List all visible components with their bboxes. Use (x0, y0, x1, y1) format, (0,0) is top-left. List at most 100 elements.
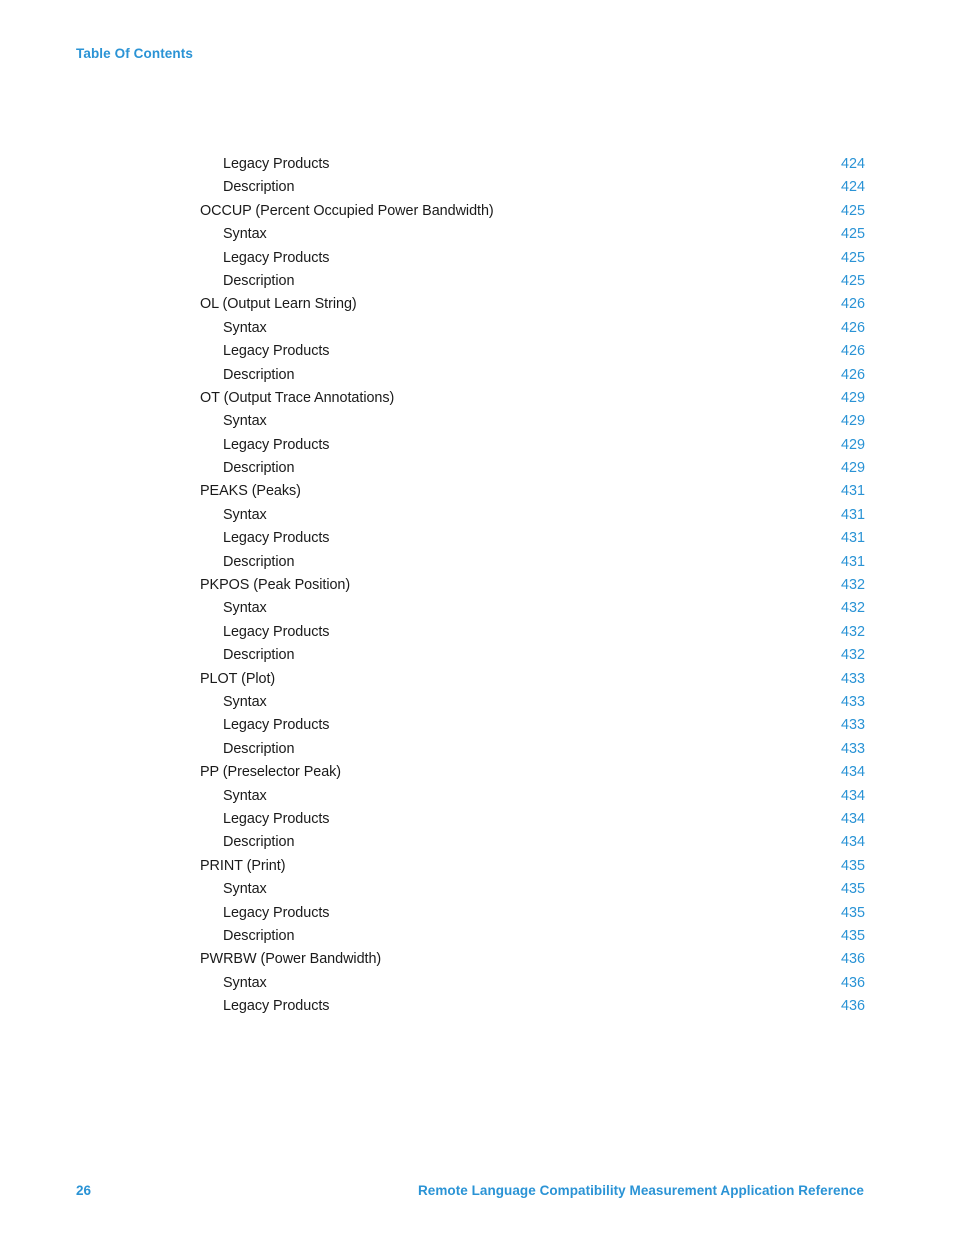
table-of-contents-list: Legacy Products 424 Description 424 OCCUP (P… (200, 153, 865, 1018)
toc-entry[interactable]: Description 424 (200, 176, 865, 199)
toc-entry[interactable]: Syntax 435 (200, 878, 865, 901)
toc-entry-title: Syntax (223, 413, 267, 430)
toc-entry-page-number: 429 (840, 413, 865, 430)
toc-entry-page-number: 426 (840, 319, 865, 336)
toc-entry-page-number: 433 (840, 693, 865, 710)
toc-entry-title: Legacy Products (223, 623, 330, 640)
toc-entry[interactable]: Description 434 (200, 831, 865, 854)
toc-entry-page-number: 434 (840, 787, 865, 804)
toc-entry-title: Syntax (223, 881, 267, 898)
toc-entry[interactable]: Syntax 429 (200, 410, 865, 433)
toc-entry[interactable]: Legacy Products 426 (200, 340, 865, 363)
toc-entry-page-number: 426 (840, 366, 865, 383)
toc-entry-title: Description (223, 647, 295, 664)
toc-entry-page-number: 432 (840, 623, 865, 640)
toc-entry-title: OT (Output Trace Annotations) (200, 389, 395, 406)
running-header-table-of-contents: Table Of Contents (76, 46, 193, 61)
toc-entry-title: Description (223, 179, 295, 196)
toc-entry-page-number: 431 (840, 483, 865, 500)
toc-entry-title: Syntax (223, 506, 267, 523)
toc-entry-title: Syntax (223, 974, 267, 991)
toc-entry-page-number: 426 (840, 343, 865, 360)
toc-entry-page-number: 429 (840, 436, 865, 453)
toc-entry-title: PEAKS (Peaks) (200, 483, 301, 500)
toc-entry-title: Legacy Products (223, 530, 330, 547)
document-page: Table Of Contents Legacy Products 424 Desc… (0, 0, 954, 1235)
toc-entry-page-number: 435 (840, 927, 865, 944)
toc-entry[interactable]: PKPOS (Peak Position) 432 (200, 574, 865, 597)
toc-entry[interactable]: PEAKS (Peaks) 431 (200, 480, 865, 503)
toc-entry-page-number: 431 (840, 530, 865, 547)
toc-entry-page-number: 436 (840, 951, 865, 968)
toc-entry-title: Description (223, 553, 295, 570)
toc-entry[interactable]: Legacy Products 431 (200, 527, 865, 550)
toc-entry-title: PP (Preselector Peak) (200, 764, 342, 781)
toc-entry-page-number: 425 (840, 226, 865, 243)
toc-entry[interactable]: Description 426 (200, 364, 865, 387)
toc-entry-title: PWRBW (Power Bandwidth) (200, 951, 382, 968)
toc-entry-title: Description (223, 740, 295, 757)
toc-entry-title: Legacy Products (223, 436, 330, 453)
toc-entry-page-number: 433 (840, 717, 865, 734)
toc-entry-page-number: 435 (840, 881, 865, 898)
toc-entry-title: Description (223, 272, 295, 289)
footer-document-title: Remote Language Compatibility Measuremen… (418, 1183, 864, 1198)
toc-entry[interactable]: Syntax 425 (200, 223, 865, 246)
toc-entry[interactable]: OCCUP (Percent Occupied Power Bandwidth)… (200, 200, 865, 223)
toc-entry-page-number: 434 (840, 764, 865, 781)
toc-entry-title: Description (223, 834, 295, 851)
toc-entry-page-number: 426 (840, 296, 865, 313)
toc-entry-page-number: 435 (840, 857, 865, 874)
toc-entry-title: PLOT (Plot) (200, 670, 276, 687)
toc-entry-page-number: 431 (840, 553, 865, 570)
toc-entry[interactable]: Description 433 (200, 738, 865, 761)
toc-entry[interactable]: Syntax 434 (200, 785, 865, 808)
toc-entry[interactable]: OT (Output Trace Annotations) 429 (200, 387, 865, 410)
toc-entry[interactable]: Legacy Products 425 (200, 247, 865, 270)
toc-entry-title: Syntax (223, 693, 267, 710)
toc-entry-title: Legacy Products (223, 717, 330, 734)
toc-entry-page-number: 436 (840, 998, 865, 1015)
toc-entry-title: Description (223, 460, 295, 477)
toc-entry[interactable]: Legacy Products 432 (200, 621, 865, 644)
toc-entry[interactable]: PRINT (Print) 435 (200, 855, 865, 878)
toc-entry[interactable]: Description 435 (200, 925, 865, 948)
toc-entry[interactable]: PP (Preselector Peak) 434 (200, 761, 865, 784)
toc-entry-page-number: 434 (840, 810, 865, 827)
toc-entry-title: Description (223, 927, 295, 944)
toc-entry[interactable]: Description 432 (200, 644, 865, 667)
toc-entry[interactable]: Syntax 426 (200, 317, 865, 340)
toc-entry-title: Syntax (223, 319, 267, 336)
toc-entry-title: Legacy Products (223, 904, 330, 921)
toc-entry[interactable]: Syntax 436 (200, 972, 865, 995)
toc-entry-title: Syntax (223, 226, 267, 243)
toc-entry[interactable]: Legacy Products 433 (200, 714, 865, 737)
running-footer: 26 Remote Language Compatibility Measure… (76, 1183, 864, 1198)
toc-entry[interactable]: Legacy Products 429 (200, 434, 865, 457)
toc-entry[interactable]: Description 425 (200, 270, 865, 293)
toc-entry-title: Syntax (223, 787, 267, 804)
toc-entry[interactable]: Legacy Products 434 (200, 808, 865, 831)
toc-entry-title: OL (Output Learn String) (200, 296, 357, 313)
toc-entry[interactable]: Legacy Products 435 (200, 902, 865, 925)
toc-entry-page-number: 425 (840, 272, 865, 289)
footer-page-number: 26 (76, 1183, 92, 1198)
toc-entry[interactable]: Legacy Products 436 (200, 995, 865, 1018)
toc-entry[interactable]: Legacy Products 424 (200, 153, 865, 176)
toc-entry-page-number: 432 (840, 600, 865, 617)
toc-entry-title: Legacy Products (223, 998, 330, 1015)
toc-entry-page-number: 424 (840, 179, 865, 196)
toc-entry-page-number: 429 (840, 460, 865, 477)
toc-entry[interactable]: OL (Output Learn String) 426 (200, 293, 865, 316)
toc-entry-title: PKPOS (Peak Position) (200, 577, 351, 594)
toc-entry[interactable]: Syntax 432 (200, 597, 865, 620)
toc-entry[interactable]: Description 431 (200, 551, 865, 574)
toc-entry[interactable]: PLOT (Plot) 433 (200, 668, 865, 691)
toc-entry[interactable]: Syntax 433 (200, 691, 865, 714)
toc-entry-title: Syntax (223, 600, 267, 617)
toc-entry-title: Legacy Products (223, 810, 330, 827)
toc-entry[interactable]: PWRBW (Power Bandwidth) 436 (200, 948, 865, 971)
toc-entry[interactable]: Syntax 431 (200, 504, 865, 527)
toc-entry[interactable]: Description 429 (200, 457, 865, 480)
toc-entry-page-number: 425 (840, 249, 865, 266)
